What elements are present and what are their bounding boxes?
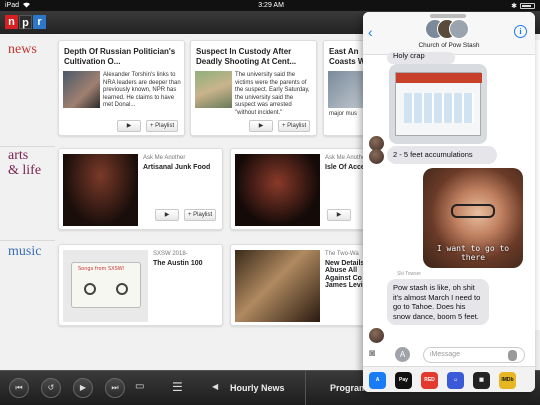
reel-icon <box>116 283 128 295</box>
gif-message[interactable]: I want to go to there <box>423 168 523 268</box>
imessage-apps-row: A Pay RED ☺ ▦ IMDb <box>363 366 535 392</box>
avatar <box>449 19 469 39</box>
music-card-1[interactable]: Songs from SXSW! SXSW 2018- The Austin 1… <box>58 244 223 326</box>
news-card-3-image <box>328 71 365 108</box>
news-card-1[interactable]: Depth Of Russian Politician's Cultivatio… <box>58 40 185 136</box>
section-divider <box>0 146 55 147</box>
apple-pay-label: Pay <box>399 377 408 383</box>
news-card-1-playlist-label: Playlist <box>155 123 175 129</box>
message-input-bar: ◙ A iMessage <box>363 344 535 366</box>
bluetooth-icon: ✱ <box>511 2 517 10</box>
playlist-icon[interactable]: ☰ <box>172 381 192 395</box>
app-store-app-icon[interactable]: A <box>369 372 386 389</box>
imdb-app-icon[interactable]: IMDb <box>499 372 516 389</box>
avatar <box>369 149 384 164</box>
info-icon[interactable]: i <box>514 25 527 38</box>
npr-logo-r: r <box>33 15 46 29</box>
now-playing-title[interactable]: Hourly News <box>230 383 285 393</box>
news-card-2-image <box>195 71 232 108</box>
arts-card-1-image <box>63 154 138 226</box>
cassette-tape: Songs from SXSW! <box>71 262 141 308</box>
forecast-screen <box>395 72 482 136</box>
npr-logo-p: p <box>19 15 32 29</box>
news-card-1-image <box>63 71 100 108</box>
airplay-icon[interactable]: ▭ <box>135 381 151 395</box>
music-card-2-image <box>235 250 320 322</box>
sender-label: Ski Towser <box>397 271 422 277</box>
message-bubble[interactable]: Pow stash is like, oh shit it's almost M… <box>387 279 489 325</box>
forecast-header-bar <box>396 73 482 83</box>
arts-card-1-playlist-label: Playlist <box>193 212 213 218</box>
messages-panel: ‹ Church of Pow Stash i Holy crap 2 - 5 … <box>363 12 535 392</box>
sticker-app-label: RED <box>424 377 435 383</box>
messages-header: ‹ Church of Pow Stash i <box>363 12 535 55</box>
group-avatars[interactable] <box>425 19 473 41</box>
section-news-label[interactable]: news <box>8 42 37 57</box>
clock: 3:29 AM <box>258 2 284 9</box>
apple-pay-app-icon[interactable]: Pay <box>395 372 412 389</box>
wifi-icon <box>22 1 31 10</box>
imessage-placeholder: iMessage <box>430 351 460 358</box>
avatar <box>369 328 384 343</box>
news-card-1-playlist-button[interactable]: + Playlist <box>146 120 179 132</box>
message-bubble[interactable]: Holy crap <box>387 52 455 64</box>
npr-logo[interactable]: n p r <box>5 15 46 29</box>
news-card-2-playlist-button[interactable]: + Playlist <box>278 120 311 132</box>
sticker-app-icon[interactable]: RED <box>421 372 438 389</box>
speaker-icon: ◀ <box>212 382 219 391</box>
group-name[interactable]: Church of Pow Stash <box>363 42 535 49</box>
news-card-2-title[interactable]: Suspect In Custody After Deadly Shooting… <box>196 47 311 67</box>
npr-logo-n: n <box>5 15 18 29</box>
program-label[interactable]: Program <box>330 383 367 393</box>
news-card-2[interactable]: Suspect In Custody After Deadly Shooting… <box>190 40 317 136</box>
sticker-app-icon[interactable]: ☺ <box>447 372 464 389</box>
music-card-1-kicker: SXSW 2018- <box>153 251 188 257</box>
arts-card-1[interactable]: Ask Me Another Artisanal Junk Food ▶ + P… <box>58 148 223 230</box>
photos-app-icon[interactable]: ▦ <box>473 372 490 389</box>
arts-card-1-kicker: Ask Me Another <box>143 155 186 161</box>
replay-button[interactable]: ↺ <box>41 378 61 398</box>
music-card-2[interactable]: The Two-Wa New Details In Abuse All Agai… <box>230 244 383 326</box>
imdb-label: IMDb <box>501 377 514 383</box>
news-card-1-play-button[interactable]: ▶ <box>117 120 141 132</box>
cassette-label: Songs from SXSW! <box>78 266 125 272</box>
arts-card-1-headline[interactable]: Artisanal Junk Food <box>143 164 219 172</box>
music-card-1-text: SXSW 2018- The Austin 100 <box>153 251 221 267</box>
gif-caption: I want to go to there <box>436 244 510 262</box>
camera-icon[interactable]: ◙ <box>369 348 375 359</box>
arts-card-2[interactable]: Ask Me Another Isle Of Acce ▶ <box>230 148 383 230</box>
arts-card-1-text: Ask Me Another Artisanal Junk Food <box>143 155 219 171</box>
news-card-2-text: The university said the victims were the… <box>235 72 310 116</box>
player-divider <box>305 371 306 405</box>
forecast-image[interactable] <box>389 64 487 144</box>
status-bar: iPad 3:29 AM ✱ <box>0 0 540 11</box>
section-arts-label[interactable]: arts & life <box>8 148 41 178</box>
music-card-1-image: Songs from SXSW! <box>63 250 148 322</box>
forecast-grid <box>404 93 474 123</box>
microphone-icon[interactable] <box>508 350 517 361</box>
music-card-1-headline[interactable]: The Austin 100 <box>153 260 221 268</box>
news-card-2-play-button[interactable]: ▶ <box>249 120 273 132</box>
glasses-shape <box>451 204 495 218</box>
message-bubble[interactable]: 2 - 5 feet accumulations <box>387 146 497 164</box>
news-card-2-playlist-label: Playlist <box>287 123 307 129</box>
screen: iPad 3:29 AM ✱ n p r news Depth Of Russi… <box>0 0 540 405</box>
arts-card-1-play-button[interactable]: ▶ <box>155 209 179 221</box>
arts-card-2-image <box>235 154 320 226</box>
section-divider <box>0 240 55 241</box>
carrier-label: iPad <box>5 2 20 9</box>
app-store-icon[interactable]: A <box>395 347 410 362</box>
slide-over-handle[interactable] <box>430 14 466 18</box>
back-chevron-icon[interactable]: ‹ <box>368 24 373 40</box>
arts-card-1-playlist-button[interactable]: + Playlist <box>184 209 217 221</box>
battery-icon <box>519 2 535 9</box>
skip-forward-button[interactable]: ⏭ <box>105 378 125 398</box>
rewind-button[interactable]: ⏮ <box>9 378 29 398</box>
reel-icon <box>84 283 96 295</box>
news-card-1-title[interactable]: Depth Of Russian Politician's Cultivatio… <box>64 47 179 67</box>
news-card-1-text: Alexander Torshin's links to NRA leaders… <box>103 72 181 108</box>
arts-card-2-play-button[interactable]: ▶ <box>327 209 351 221</box>
play-button[interactable]: ▶ <box>73 378 93 398</box>
section-music-label[interactable]: music <box>8 244 41 259</box>
